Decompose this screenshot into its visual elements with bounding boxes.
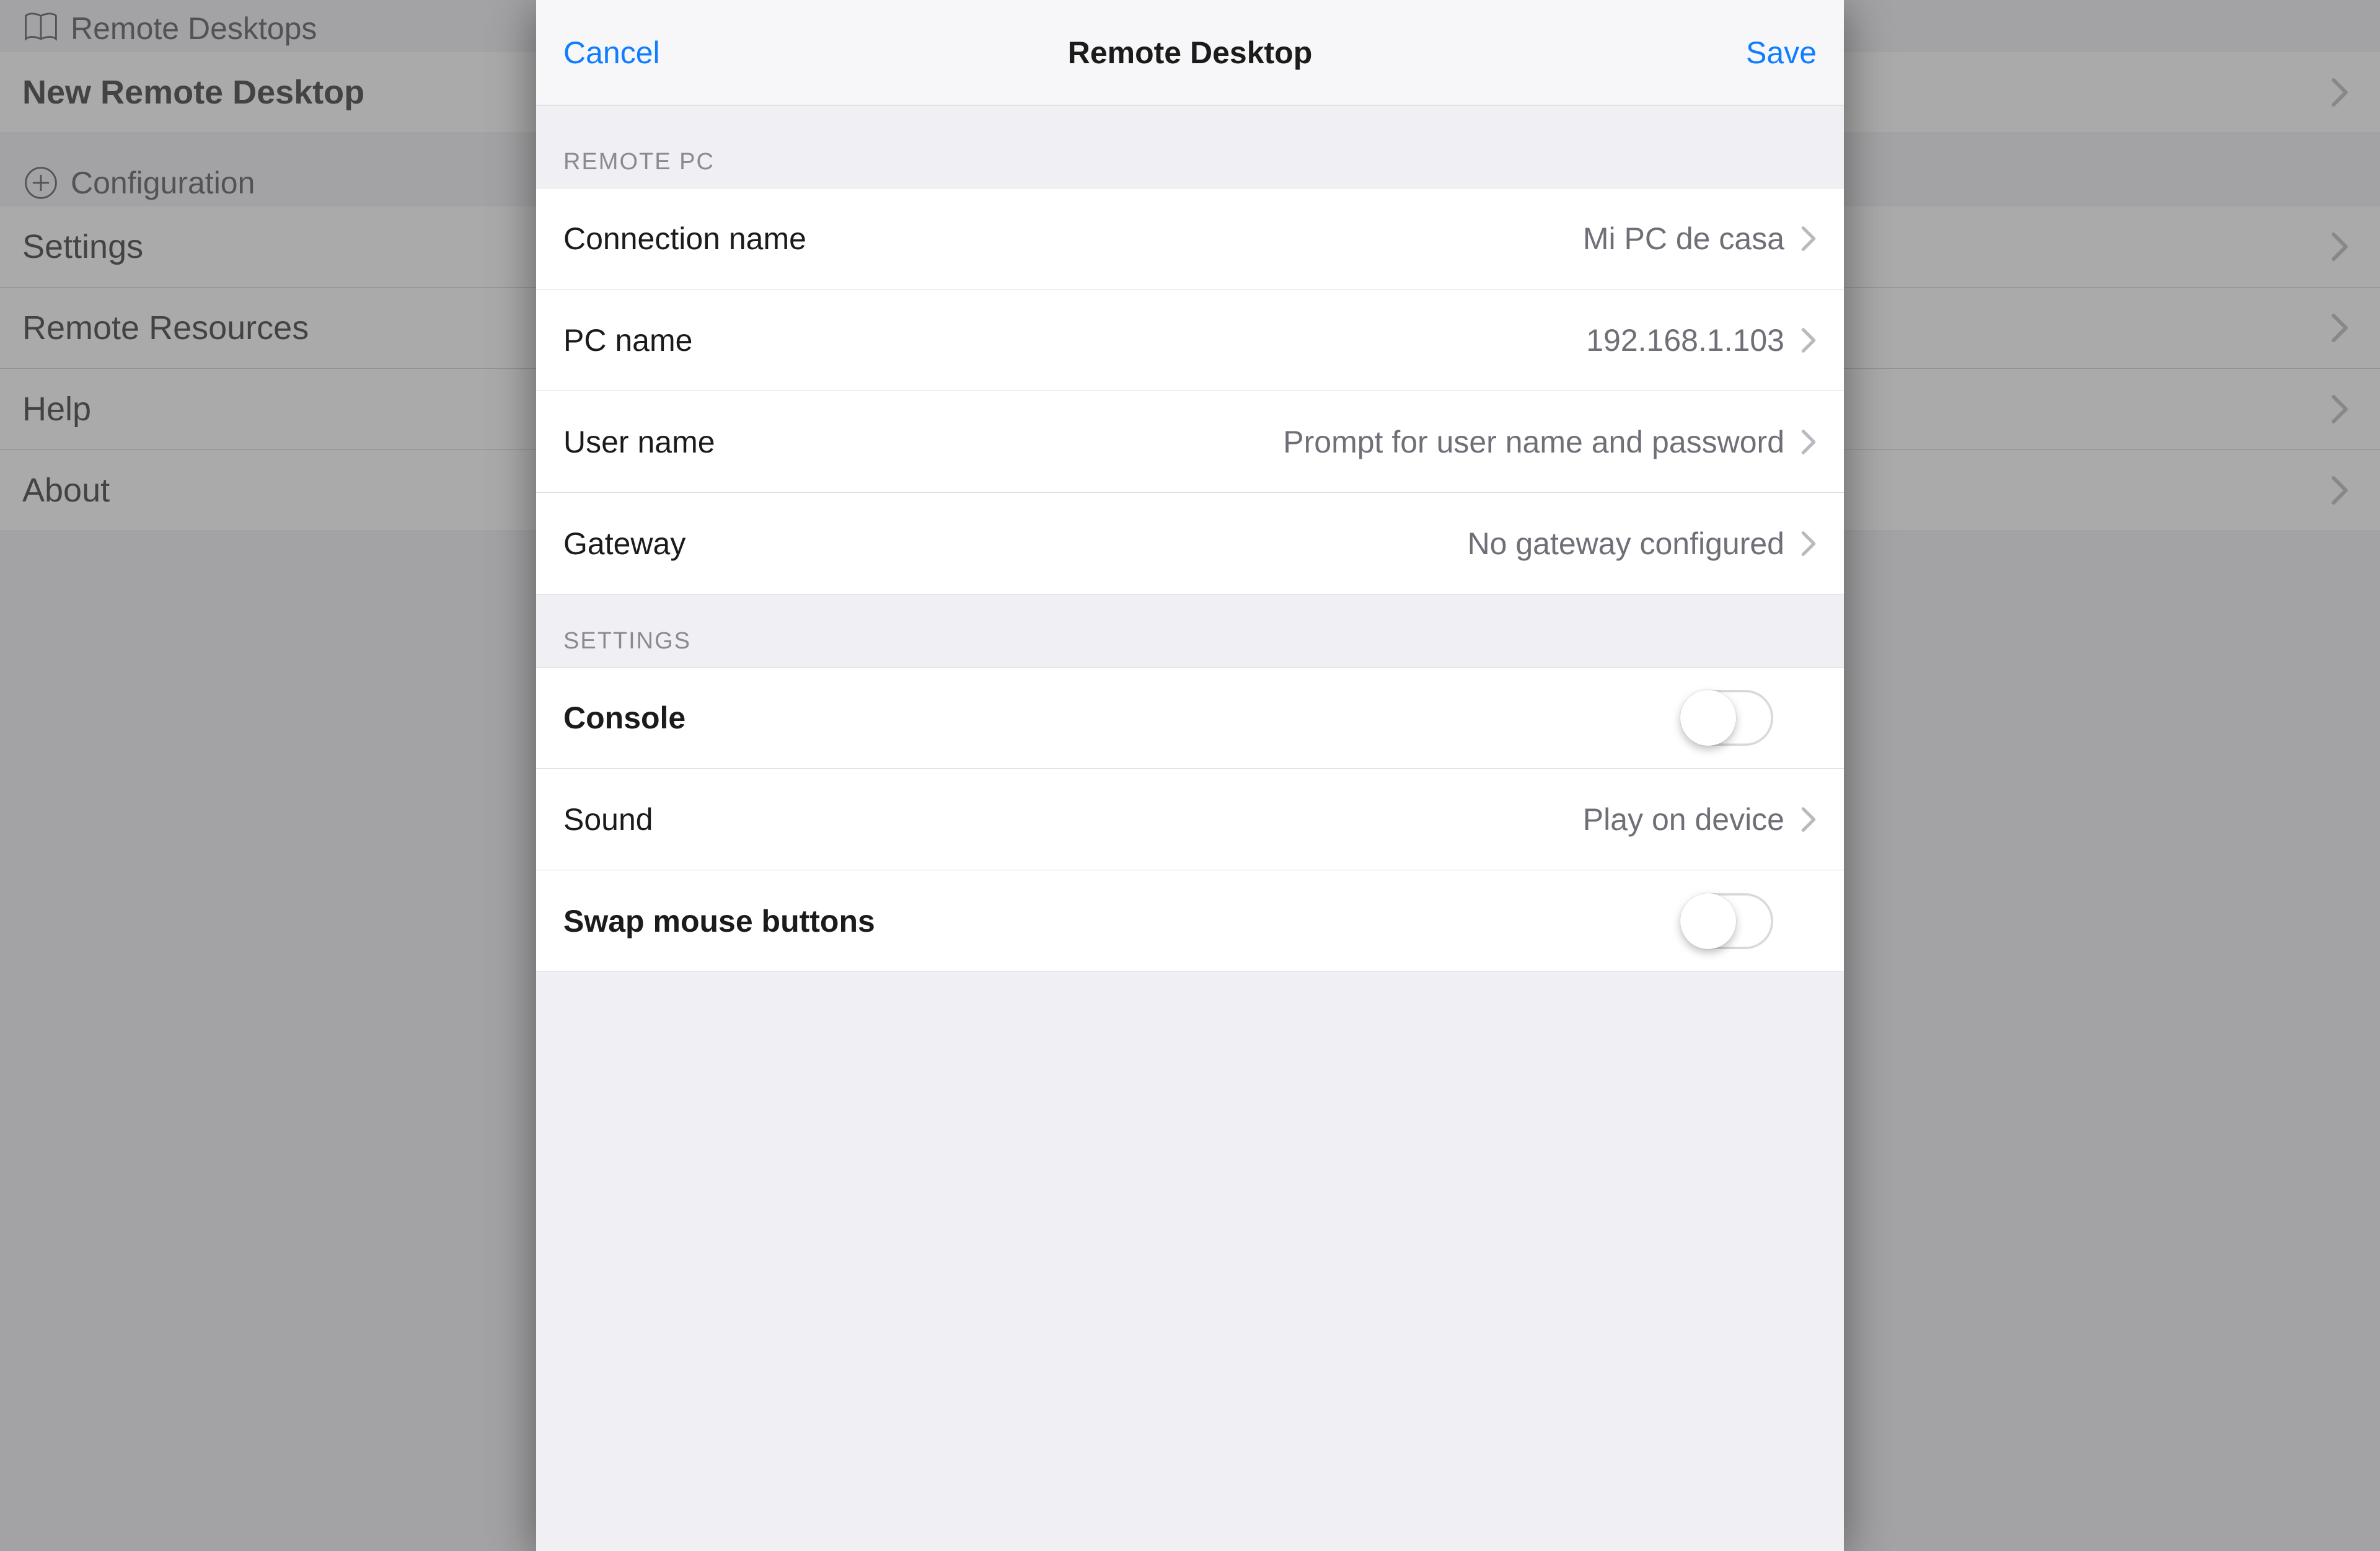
gateway-value: No gateway configured [1468, 526, 1784, 562]
chevron-right-icon [2330, 312, 2349, 343]
chevron-right-icon [2330, 231, 2349, 262]
chevron-right-icon [1800, 327, 1817, 354]
modal-title: Remote Desktop [1068, 35, 1313, 71]
connection-name-value: Mi PC de casa [1583, 221, 1784, 257]
gear-plus-icon [22, 164, 60, 201]
console-toggle[interactable] [1680, 690, 1773, 746]
group-label-settings: SETTINGS [536, 594, 1844, 667]
chevron-right-icon [1800, 428, 1817, 456]
modal-body: REMOTE PC Connection name Mi PC de casa … [536, 105, 1844, 1551]
chevron-right-icon [2330, 77, 2349, 108]
cell-console: Console [536, 667, 1844, 769]
swap-mouse-toggle[interactable] [1680, 893, 1773, 949]
group-label-remote-pc: REMOTE PC [536, 105, 1844, 188]
console-label: Console [563, 700, 685, 736]
chevron-right-icon [1800, 530, 1817, 557]
section-header-remote-desktops-label: Remote Desktops [71, 11, 317, 46]
sound-label: Sound [563, 802, 653, 837]
chevron-right-icon [2330, 475, 2349, 506]
chevron-right-icon [1800, 225, 1817, 252]
remote-desktop-modal: Cancel Remote Desktop Save REMOTE PC Con… [536, 0, 1844, 1551]
cancel-button[interactable]: Cancel [563, 35, 660, 71]
user-name-label: User name [563, 424, 715, 460]
swap-mouse-label: Swap mouse buttons [563, 903, 875, 939]
row-new-remote-desktop-label: New Remote Desktop [22, 73, 364, 112]
modal-header: Cancel Remote Desktop Save [536, 0, 1844, 105]
sound-value: Play on device [1583, 802, 1784, 837]
cell-swap-mouse: Swap mouse buttons [536, 870, 1844, 972]
chevron-right-icon [2330, 394, 2349, 425]
pc-name-label: PC name [563, 322, 692, 358]
save-button[interactable]: Save [1746, 35, 1817, 71]
cell-connection-name[interactable]: Connection name Mi PC de casa [536, 188, 1844, 289]
cell-sound[interactable]: Sound Play on device [536, 769, 1844, 870]
section-header-configuration-label: Configuration [71, 165, 255, 201]
row-about-label: About [22, 471, 110, 510]
row-remote-resources-label: Remote Resources [22, 309, 309, 347]
chevron-right-icon [1800, 806, 1817, 833]
gateway-label: Gateway [563, 526, 685, 562]
row-settings-label: Settings [22, 228, 143, 266]
cell-user-name[interactable]: User name Prompt for user name and passw… [536, 391, 1844, 493]
connection-name-label: Connection name [563, 221, 806, 257]
book-icon [22, 10, 60, 47]
cell-pc-name[interactable]: PC name 192.168.1.103 [536, 289, 1844, 391]
pc-name-value: 192.168.1.103 [1586, 322, 1784, 358]
user-name-value: Prompt for user name and password [1283, 424, 1784, 460]
cell-gateway[interactable]: Gateway No gateway configured [536, 493, 1844, 594]
row-help-label: Help [22, 390, 91, 428]
